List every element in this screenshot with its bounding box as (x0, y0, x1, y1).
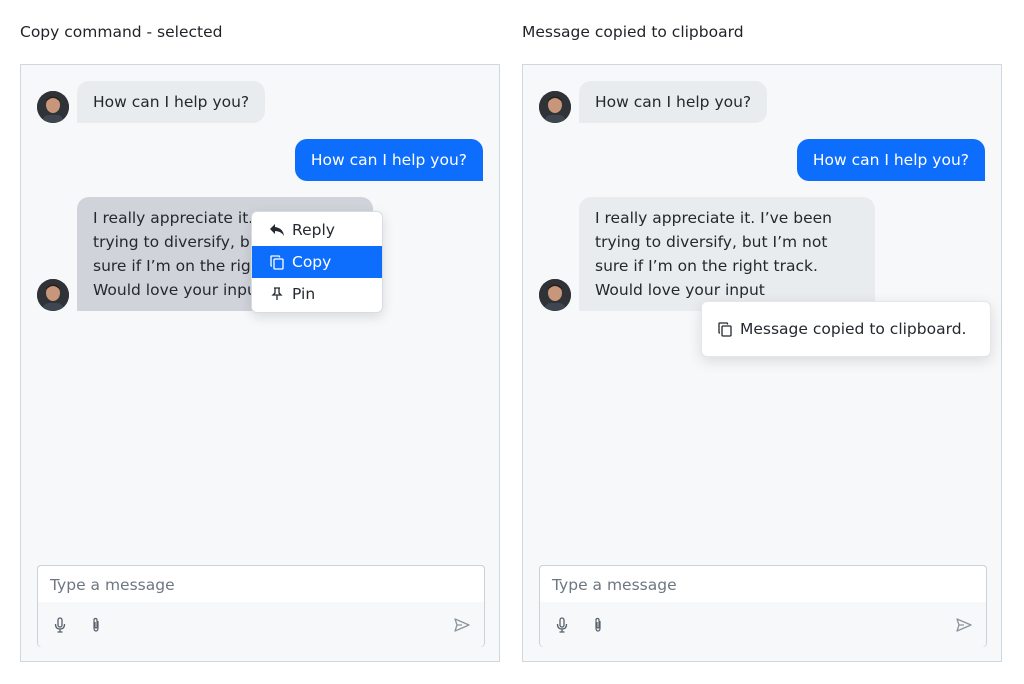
avatar (37, 279, 69, 311)
message-text: How can I help you? (595, 93, 752, 111)
toast-text: Message copied to clipboard. (740, 320, 967, 338)
outgoing-message-bubble[interactable]: How can I help you? (294, 139, 483, 181)
message-text: How can I help you? (93, 93, 250, 111)
menu-item-pin[interactable]: Pin (252, 278, 382, 310)
chat-panel-copy-selected: How can I help you? How can I help you? … (20, 64, 500, 662)
pin-icon (268, 285, 286, 303)
outgoing-message-bubble[interactable]: How can I help you? (796, 139, 985, 181)
chat-panel-message-copied: How can I help you? How can I help you? … (522, 64, 1002, 662)
send-icon[interactable] (954, 615, 974, 635)
composer-toolbar (38, 602, 484, 647)
menu-item-label: Pin (292, 285, 316, 303)
menu-item-reply[interactable]: Reply (252, 214, 382, 246)
message-line: trying to diversify, but I’m not (595, 233, 828, 251)
message-composer: Type a message (37, 565, 485, 647)
message-text: How can I help you? (310, 151, 467, 169)
message-line: sure if I’m on the right track. (595, 257, 818, 275)
panel-title-message-copied: Message copied to clipboard (522, 23, 744, 41)
avatar (539, 279, 571, 311)
menu-item-label: Copy (292, 253, 332, 271)
panel-title-copy-selected: Copy command - selected (20, 23, 223, 41)
copy-icon (718, 321, 732, 337)
incoming-message-bubble[interactable]: How can I help you? (77, 81, 266, 123)
microphone-icon[interactable] (552, 615, 572, 635)
message-text: How can I help you? (812, 151, 969, 169)
reply-icon (268, 221, 286, 239)
microphone-icon[interactable] (50, 615, 70, 635)
copy-icon (268, 253, 286, 271)
paperclip-icon[interactable] (86, 615, 106, 635)
message-line: I really appreciate it. I’ve been (595, 209, 832, 227)
context-menu: Reply Copy Pin (251, 211, 383, 313)
message-input[interactable]: Type a message (50, 574, 470, 596)
message-input[interactable]: Type a message (552, 574, 972, 596)
send-icon[interactable] (452, 615, 472, 635)
paperclip-icon[interactable] (588, 615, 608, 635)
avatar (37, 91, 69, 123)
menu-item-copy[interactable]: Copy (252, 246, 382, 278)
composer-toolbar (540, 602, 986, 647)
copied-toast: Message copied to clipboard. (701, 301, 991, 357)
incoming-message-bubble[interactable]: I really appreciate it. I’ve been trying… (579, 197, 875, 311)
avatar (539, 91, 571, 123)
message-line: Would love your input (595, 281, 765, 299)
menu-item-label: Reply (292, 221, 335, 239)
incoming-message-bubble[interactable]: How can I help you? (579, 81, 768, 123)
message-composer: Type a message (539, 565, 987, 647)
